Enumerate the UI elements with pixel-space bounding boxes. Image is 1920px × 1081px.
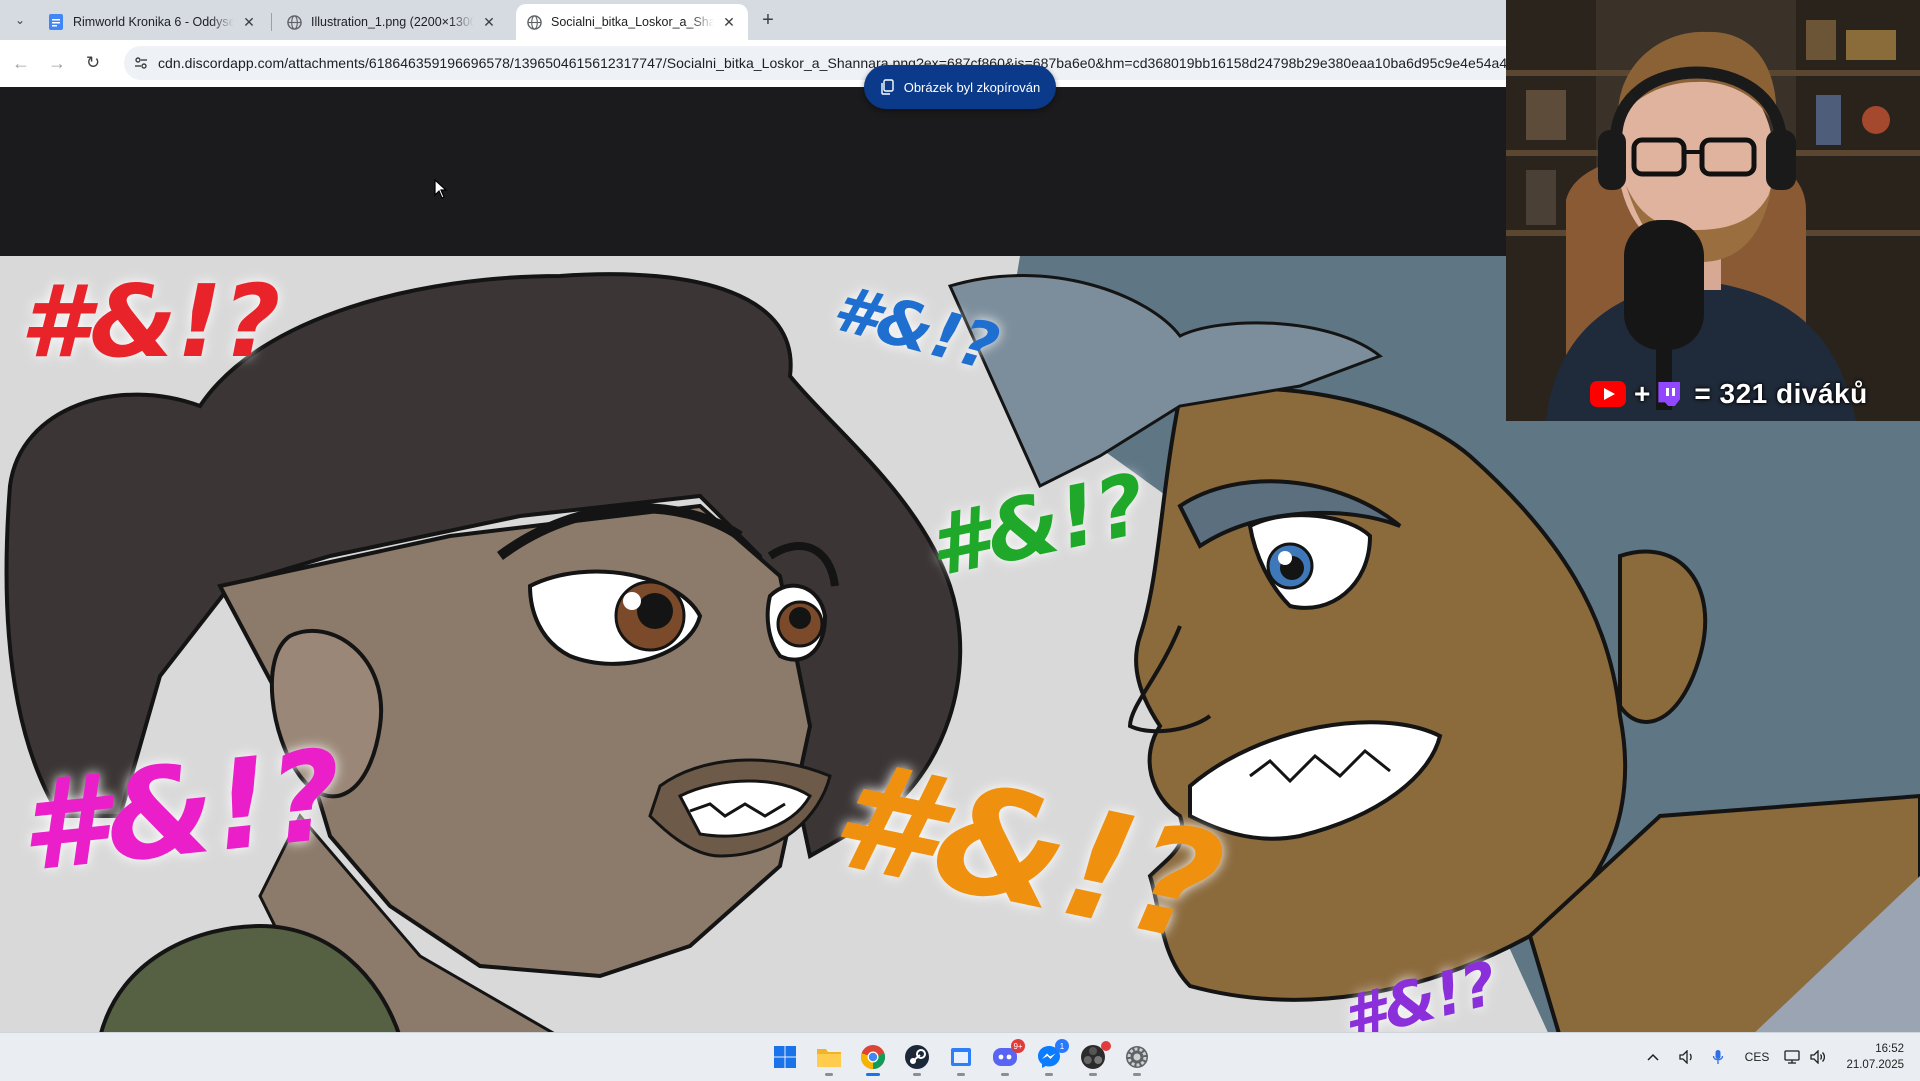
webcam-overlay: + = 321 diváků	[1506, 0, 1920, 421]
clock[interactable]: 16:52 21.07.2025	[1846, 1041, 1904, 1073]
running-indicator	[866, 1073, 880, 1076]
tab-strip: ⌄ Rimworld Kronika 6 - Oddysey ✕ Illustr…	[0, 0, 1506, 40]
mouse-cursor-icon	[434, 179, 448, 199]
close-icon[interactable]: ✕	[720, 13, 738, 31]
volume-icon[interactable]	[1807, 1033, 1829, 1081]
speaker-icon[interactable]	[1676, 1033, 1698, 1081]
browser-window: ⌄ Rimworld Kronika 6 - Oddysey ✕ Illustr…	[0, 0, 1538, 87]
arrow-left-icon: ←	[12, 52, 30, 73]
tab-title: Illustration_1.png (2200×1300)	[311, 15, 474, 29]
svg-text:#&!?: #&!?	[20, 263, 280, 380]
tab-socialni-bitka[interactable]: Socialni_bitka_Loskor_a_Shannara ✕	[516, 4, 748, 40]
twitch-icon	[1658, 382, 1681, 406]
tab-title: Rimworld Kronika 6 - Oddysey	[73, 15, 234, 29]
running-indicator	[1001, 1073, 1009, 1076]
clock-date: 21.07.2025	[1846, 1059, 1904, 1071]
forward-button[interactable]: →	[44, 50, 70, 76]
messenger-badge: 1	[1055, 1039, 1069, 1053]
steam-icon[interactable]	[901, 1041, 933, 1076]
globe-icon	[526, 14, 542, 30]
new-tab-button[interactable]: +	[756, 8, 780, 32]
viewer-count: + = 321 diváků	[1590, 374, 1868, 414]
plus-label: +	[1634, 378, 1651, 409]
tab-rimworld-kronika[interactable]: Rimworld Kronika 6 - Oddysey ✕	[38, 4, 268, 40]
running-indicator	[913, 1073, 921, 1076]
app-window-icon[interactable]	[945, 1041, 977, 1076]
browser-toolbar: ← → ↻ cdn.discordapp.com/attachments/618…	[0, 40, 1538, 87]
settings-gear-icon[interactable]	[1121, 1041, 1153, 1076]
running-indicator	[1045, 1073, 1053, 1076]
running-indicator	[825, 1073, 833, 1076]
viewer-count-text: = 321 diváků	[1694, 378, 1868, 409]
site-info-icon[interactable]	[130, 52, 152, 74]
discord-icon[interactable]: 9+	[989, 1039, 1025, 1076]
tray-chevron-up-icon[interactable]	[1643, 1033, 1663, 1081]
plus-icon: +	[762, 8, 774, 31]
tab-title: Socialni_bitka_Loskor_a_Shannara	[551, 15, 714, 29]
tab-search-button[interactable]: ⌄	[8, 8, 32, 32]
address-bar[interactable]: cdn.discordapp.com/attachments/618646359…	[124, 46, 1538, 80]
url-text[interactable]: cdn.discordapp.com/attachments/618646359…	[158, 55, 1539, 71]
discord-badge: 9+	[1011, 1039, 1025, 1053]
microphone-icon[interactable]	[1708, 1033, 1728, 1081]
toast-text: Obrázek byl zkopírován	[903, 79, 1041, 95]
chrome-icon[interactable]	[857, 1041, 889, 1076]
close-icon[interactable]: ✕	[240, 13, 258, 31]
windows-taskbar: 9+ 1 CES 16:52 21.07.2025	[0, 1032, 1920, 1081]
windows-start-icon[interactable]	[769, 1041, 801, 1073]
tab-separator	[271, 13, 272, 31]
symbols-red: #&!? #&!?	[20, 263, 280, 380]
back-button[interactable]: ←	[8, 50, 34, 76]
reload-button[interactable]: ↻	[80, 50, 106, 76]
network-icon[interactable]	[1780, 1033, 1804, 1081]
input-language[interactable]: CES	[1738, 1033, 1776, 1081]
youtube-icon	[1590, 381, 1626, 407]
copied-toast: Obrázek byl zkopírován	[864, 65, 1056, 109]
globe-icon	[286, 14, 302, 30]
recording-dot	[1101, 1041, 1111, 1051]
running-indicator	[1089, 1073, 1097, 1076]
tab-illustration-1[interactable]: Illustration_1.png (2200×1300) ✕	[276, 4, 508, 40]
copy-icon	[880, 79, 896, 95]
obs-icon[interactable]	[1077, 1041, 1111, 1076]
clock-time: 16:52	[1875, 1043, 1904, 1055]
chevron-down-icon: ⌄	[14, 13, 26, 27]
running-indicator	[1133, 1073, 1141, 1076]
streamer-video	[1506, 0, 1920, 421]
messenger-icon[interactable]: 1	[1033, 1039, 1069, 1076]
running-indicator	[957, 1073, 965, 1076]
close-icon[interactable]: ✕	[480, 13, 498, 31]
file-explorer-icon[interactable]	[813, 1041, 845, 1076]
arrow-right-icon: →	[48, 52, 66, 73]
google-docs-icon	[48, 14, 64, 30]
reload-icon: ↻	[85, 53, 101, 72]
